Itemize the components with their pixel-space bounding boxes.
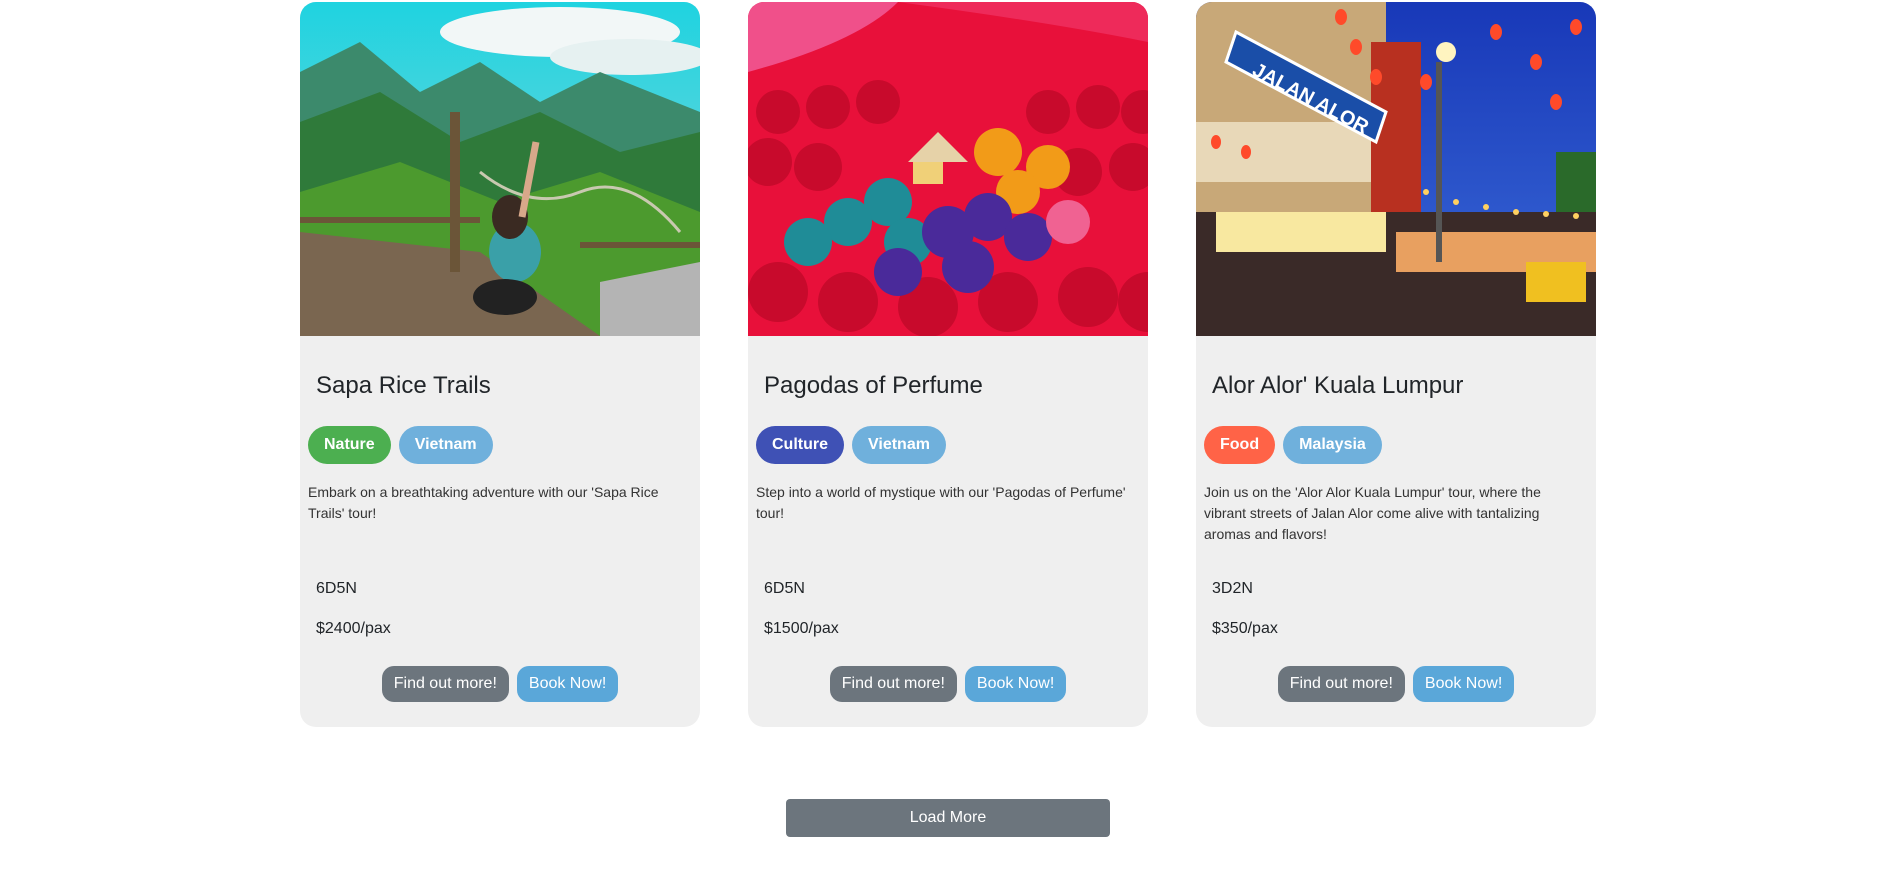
tag-badge[interactable]: Culture [756, 426, 844, 464]
tag-badge[interactable]: Food [1204, 426, 1276, 464]
card-actions: Find out more! Book Now! [748, 666, 1148, 702]
book-now-button[interactable]: Book Now! [964, 666, 1067, 702]
tag-list: Nature Vietnam [308, 426, 493, 464]
tour-card-list: Sapa Rice Trails Nature Vietnam Embark o… [300, 2, 1596, 727]
tour-duration: 3D2N [1212, 580, 1253, 597]
tour-description: Embark on a breathtaking adventure with … [308, 484, 659, 521]
tag-badge[interactable]: Vietnam [852, 426, 946, 464]
card-actions: Find out more! Book Now! [300, 666, 700, 702]
tour-card: JALAN ALOR Alor Alor' Kuala Lumpur Food … [1196, 2, 1596, 727]
tour-image-jalan-alor: JALAN ALOR [1196, 2, 1596, 336]
tag-badge[interactable]: Nature [308, 426, 391, 464]
tour-card: Pagodas of Perfume Culture Vietnam Step … [748, 2, 1148, 727]
tour-duration: 6D5N [764, 580, 805, 597]
tour-description: Join us on the 'Alor Alor Kuala Lumpur' … [1204, 484, 1541, 542]
tour-price: $350/pax [1212, 620, 1278, 637]
tour-description: Step into a world of mystique with our '… [756, 484, 1126, 521]
tour-price: $2400/pax [316, 620, 391, 637]
tag-list: Culture Vietnam [756, 426, 946, 464]
find-out-more-button[interactable]: Find out more! [381, 666, 509, 702]
tag-list: Food Malaysia [1204, 426, 1382, 464]
tour-price: $1500/pax [764, 620, 839, 637]
find-out-more-button[interactable]: Find out more! [1277, 666, 1405, 702]
tour-card: Sapa Rice Trails Nature Vietnam Embark o… [300, 2, 700, 727]
book-now-button[interactable]: Book Now! [516, 666, 619, 702]
tour-title: Sapa Rice Trails [316, 372, 491, 399]
tag-badge[interactable]: Vietnam [398, 426, 493, 464]
tour-image-perfume [748, 2, 1148, 336]
book-now-button[interactable]: Book Now! [1412, 666, 1515, 702]
tour-title: Pagodas of Perfume [764, 372, 983, 399]
tour-image-sapa [300, 2, 700, 336]
find-out-more-button[interactable]: Find out more! [829, 666, 957, 702]
tag-badge[interactable]: Malaysia [1283, 426, 1382, 464]
tour-duration: 6D5N [316, 580, 357, 597]
card-actions: Find out more! Book Now! [1196, 666, 1596, 702]
tour-title: Alor Alor' Kuala Lumpur [1212, 372, 1464, 399]
load-more-button[interactable]: Load More [786, 799, 1110, 837]
